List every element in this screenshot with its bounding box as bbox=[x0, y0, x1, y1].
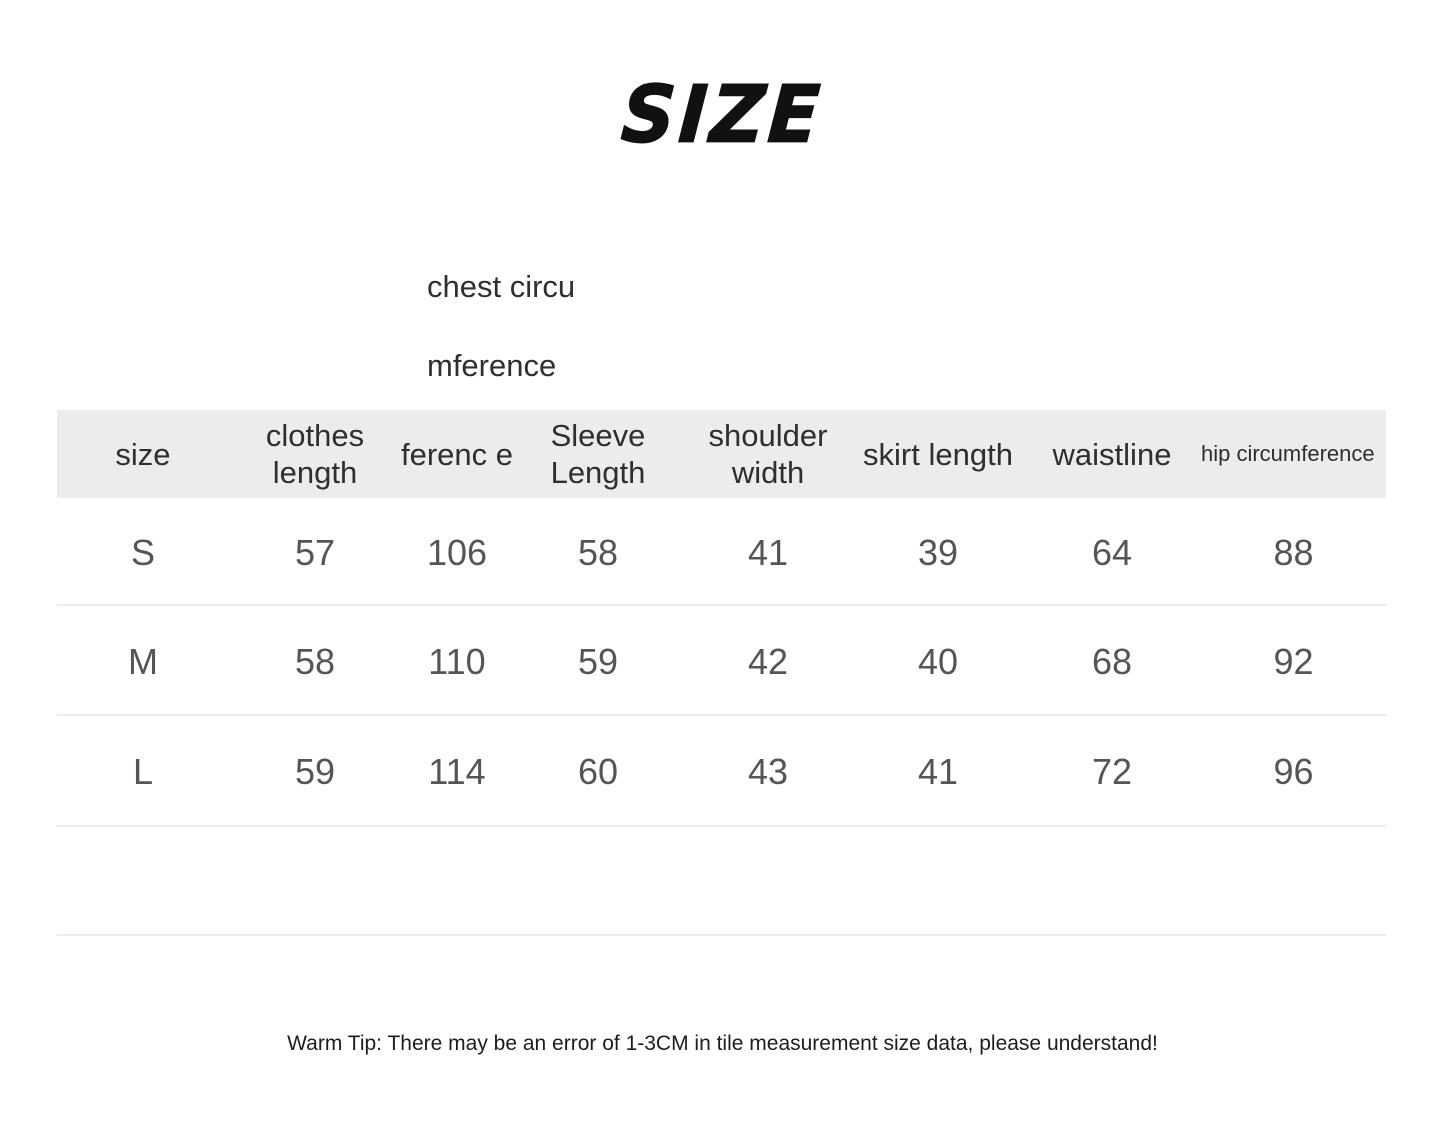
cell-skirt-length: 40 bbox=[917, 641, 959, 682]
table-row: M 58 110 59 42 40 68 92 bbox=[57, 607, 1386, 717]
table-row-empty bbox=[57, 828, 1386, 938]
cell-sleeve-length: 58 bbox=[577, 532, 619, 573]
cell-chest-circumference: 114 bbox=[428, 751, 486, 792]
cell-clothes-length: 58 bbox=[294, 641, 336, 682]
column-header-hip-circumference: hip circumference bbox=[1201, 441, 1375, 466]
cell-clothes-length: 59 bbox=[294, 751, 336, 792]
cell-sleeve-length: 59 bbox=[577, 641, 619, 682]
cell-skirt-length: 41 bbox=[917, 751, 959, 792]
chest-circumference-overflow-text: chest circumference bbox=[427, 269, 576, 383]
column-header-chest-circumference: ferenc e bbox=[401, 436, 514, 472]
cell-waistline: 68 bbox=[1091, 641, 1133, 682]
cell-shoulder-width: 43 bbox=[747, 751, 789, 792]
row-divider bbox=[57, 604, 1386, 606]
cell-clothes-length: 57 bbox=[294, 532, 336, 573]
cell-skirt-length: 39 bbox=[917, 532, 959, 573]
cell-chest-circumference: 110 bbox=[428, 641, 486, 682]
table-header-row: size clothes length ferenc e Sleeve Leng… bbox=[57, 410, 1386, 498]
cell-chest-circumference: 106 bbox=[426, 532, 488, 573]
column-header-size: size bbox=[115, 436, 171, 472]
cell-shoulder-width: 41 bbox=[747, 532, 789, 573]
column-header-waistline: waistline bbox=[1052, 436, 1172, 472]
cell-hip-circumference: 96 bbox=[1273, 751, 1314, 792]
column-header-skirt-length: skirt length bbox=[863, 436, 1013, 472]
cell-size: L bbox=[132, 751, 154, 792]
cell-hip-circumference: 88 bbox=[1273, 532, 1314, 573]
cell-size: M bbox=[128, 641, 158, 682]
table-row: S 57 106 58 41 39 64 88 bbox=[57, 498, 1386, 608]
column-header-shoulder-width: shoulder width bbox=[708, 418, 828, 490]
column-header-sleeve-length: Sleeve Length bbox=[550, 418, 646, 490]
cell-size: S bbox=[130, 532, 155, 573]
cell-sleeve-length: 60 bbox=[577, 751, 619, 792]
cell-hip-circumference: 92 bbox=[1273, 641, 1314, 682]
cell-waistline: 64 bbox=[1091, 532, 1133, 573]
cell-waistline: 72 bbox=[1091, 751, 1133, 792]
size-table: chest circumference size clothes length … bbox=[57, 0, 1386, 1147]
warm-tip-note: Warm Tip: There may be an error of 1-3CM… bbox=[287, 1032, 1158, 1055]
row-divider bbox=[57, 825, 1386, 827]
table-row: L 59 114 60 43 41 72 96 bbox=[57, 717, 1386, 827]
table-bottom-divider bbox=[57, 934, 1386, 936]
column-header-clothes-length: clothes length bbox=[265, 418, 365, 490]
row-divider bbox=[57, 714, 1386, 716]
cell-shoulder-width: 42 bbox=[747, 641, 789, 682]
